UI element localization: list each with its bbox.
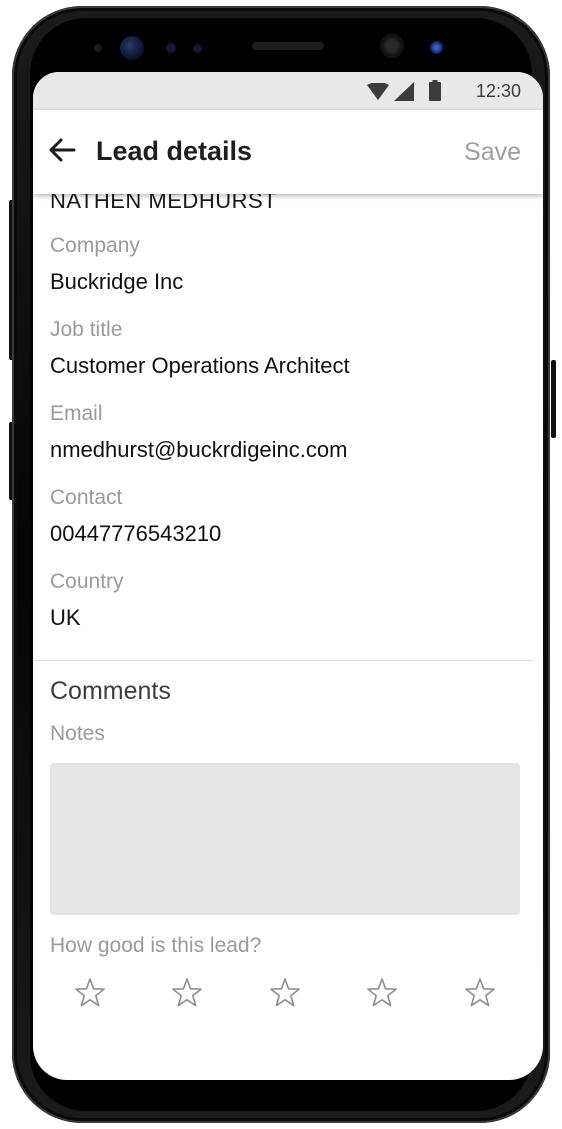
iris-led	[430, 41, 443, 54]
battery-icon	[429, 80, 441, 101]
signal-icon	[394, 82, 414, 101]
page-title: Lead details	[96, 136, 253, 166]
star-2-icon[interactable]	[170, 976, 204, 1010]
star-4-icon[interactable]	[365, 976, 399, 1010]
iris-sensor	[120, 36, 144, 60]
power-button	[551, 360, 556, 438]
contact-value: 00447776543210	[50, 521, 222, 546]
proximity-sensor	[94, 44, 102, 52]
earpiece-speaker	[252, 42, 324, 50]
company-value: Buckridge Inc	[50, 269, 184, 294]
star-3-icon[interactable]	[268, 976, 302, 1010]
rating-question: How good is this lead?	[50, 934, 262, 957]
front-camera	[380, 34, 404, 58]
status-bar: 12:30	[33, 72, 543, 110]
email-value: nmedhurst@buckrdigeinc.com	[50, 437, 348, 462]
country-value: UK	[50, 605, 81, 630]
comments-heading: Comments	[50, 677, 171, 705]
status-time: 12:30	[475, 81, 521, 101]
light-sensor-2	[193, 44, 202, 53]
star-1-icon[interactable]	[73, 976, 107, 1010]
wifi-icon	[367, 83, 389, 100]
save-button[interactable]: Save	[464, 138, 521, 167]
lead-details-content: NATHEN MEDHURST Company Buckridge Inc Jo…	[33, 188, 543, 1080]
notes-field[interactable]	[50, 763, 520, 915]
email-label: Email	[50, 402, 103, 425]
app-bar: Lead details Save	[33, 110, 543, 194]
company-label: Company	[50, 234, 140, 257]
rating-stars	[33, 976, 543, 1016]
star-5-icon[interactable]	[463, 976, 497, 1010]
section-divider	[33, 660, 533, 661]
notes-label: Notes	[50, 722, 105, 745]
arrow-left-icon[interactable]	[47, 135, 77, 165]
job-title-value: Customer Operations Architect	[50, 353, 350, 378]
country-label: Country	[50, 570, 124, 593]
light-sensor	[166, 43, 176, 53]
app-screen: 12:30 Lead details Save NATHEN MEDHURST …	[33, 72, 543, 1080]
job-title-label: Job title	[50, 318, 123, 341]
contact-label: Contact	[50, 486, 123, 509]
